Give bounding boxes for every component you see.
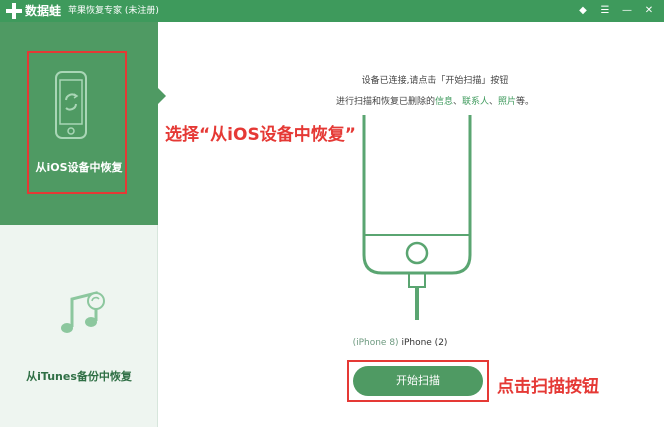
window-controls: ◆ ☰ — ✕ [576,4,656,18]
link-photos[interactable]: 照片 [498,97,516,107]
device-name: iPhone (2) [401,338,448,348]
instruction-prefix: 进行扫描和恢复已删除的 [335,97,435,107]
annotation-select: 选择“从iOS设备中恢复” [165,125,356,145]
instruction-line-2: 进行扫描和恢复已删除的信息、联系人、照片等。 [270,95,600,109]
app-name: 数据蛙 [25,4,62,18]
highlight-box-ios [27,51,127,194]
title-bar: 数据蛙 苹果恢复专家 (未注册) ◆ ☰ — ✕ [0,0,664,22]
music-note-icon [54,287,110,347]
minimize-icon[interactable]: — [620,4,634,18]
sidebar-item-label: 从iTunes备份中恢复 [26,370,132,383]
sidebar-item-itunes-recover[interactable]: 从iTunes备份中恢复 [0,225,158,427]
annotation-click-scan: 点击扫描按钮 [497,377,599,397]
separator: 、 [489,97,499,107]
active-pointer [158,88,166,104]
instruction-line-1: 设备已连接,请点击「开始扫描」按钮 [361,76,509,86]
instruction-suffix: 等。 [516,97,535,107]
phone-illustration [362,115,472,324]
highlight-box-scan [347,360,489,402]
link-info[interactable]: 信息 [435,97,453,107]
separator: 、 [452,97,462,107]
close-icon[interactable]: ✕ [642,4,656,18]
link-contacts[interactable]: 联系人 [462,97,489,107]
device-model: (iPhone 8) [352,338,399,348]
diamond-icon[interactable]: ◆ [576,4,590,18]
logo-plus-icon [6,3,22,19]
device-label: (iPhone 8) iPhone (2) [300,338,500,348]
window-title: 苹果恢复专家 (未注册) [68,6,159,16]
menu-icon[interactable]: ☰ [598,4,612,18]
